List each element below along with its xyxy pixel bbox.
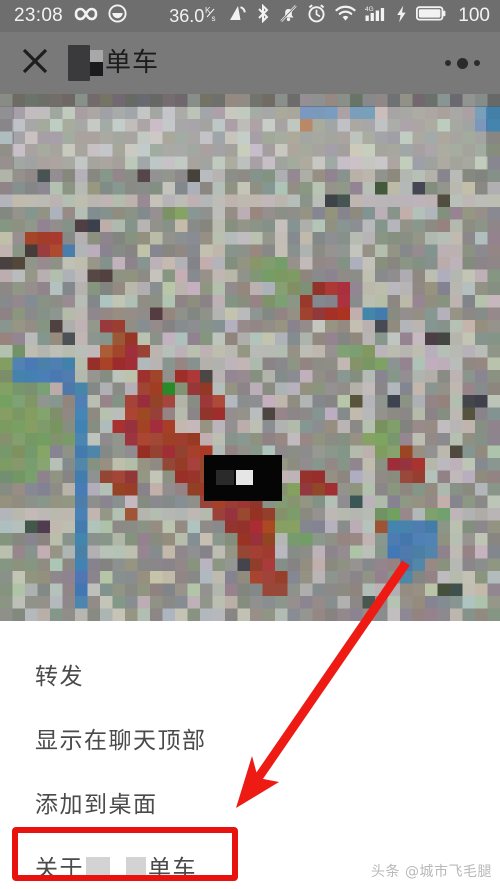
- menu-item-label: 添加到桌面: [35, 792, 158, 818]
- redacted-brand-block-3: [86, 856, 110, 876]
- header-title-group: 单车: [68, 45, 159, 81]
- more-horizontal-icon-dot-2: [457, 57, 468, 69]
- censor-box-inner-dark: [216, 470, 234, 485]
- app-header: 单车: [0, 32, 500, 94]
- svg-text:4G: 4G: [365, 6, 374, 13]
- bluetooth-icon: [256, 3, 270, 28]
- content-banner-scrim: [14, 107, 486, 169]
- censor-box-inner-highlight: [236, 470, 253, 485]
- mute-bell-icon: [279, 4, 298, 28]
- redacted-brand-block-4: [126, 856, 146, 876]
- battery-icon: [416, 5, 446, 27]
- content-top-scrim: [0, 94, 500, 107]
- menu-item-label-prefix: 关于: [35, 856, 84, 882]
- redacted-brand-block-2: [90, 50, 103, 76]
- redacted-brand-block-2-bottom: [90, 62, 103, 76]
- menu-item-forward[interactable]: 转发: [0, 643, 500, 705]
- network-speed-value: 36.0: [169, 6, 205, 26]
- alarm-clock-icon: [307, 4, 326, 28]
- cellular-4g-signal-icon: 4G: [365, 4, 387, 28]
- status-bar-clock: 23:08: [14, 5, 64, 26]
- svg-text:s: s: [212, 14, 216, 22]
- network-speed-unit: K s: [205, 5, 218, 25]
- page-title: 单车: [105, 48, 160, 78]
- status-bar: 23:08 36.0 K s 4G 100: [0, 0, 500, 32]
- more-horizontal-icon-dot-3: [474, 60, 480, 66]
- battery-percent-label: 100: [458, 5, 490, 26]
- redacted-brand-block-2-top: [90, 50, 103, 62]
- infinity-icon: [74, 6, 98, 27]
- close-x-icon: [20, 46, 50, 81]
- status-bar-left-icons: [74, 4, 127, 28]
- watermark-text: 头条 @城市飞毛腿: [371, 864, 492, 880]
- menu-item-label: 显示在聊天顶部: [35, 728, 207, 754]
- black-censor-box: [204, 455, 282, 501]
- pixelated-map-image: [0, 94, 500, 621]
- menu-item-label-suffix: 单车: [148, 856, 197, 882]
- redacted-brand-block-1: [68, 45, 90, 81]
- menu-item-show-at-top-of-chat[interactable]: 显示在聊天顶部: [0, 707, 500, 769]
- phone-screen: 23:08 36.0 K s 4G 100 单车 转发 显示在聊天顶部 添加到桌…: [0, 0, 500, 889]
- network-speed-indicator: 36.0 K s: [169, 5, 218, 27]
- location-signal-icon: [227, 4, 247, 28]
- more-horizontal-icon-dot-1: [445, 60, 451, 66]
- charging-bolt-icon: [396, 5, 407, 28]
- action-menu-sheet: 转发 显示在聊天顶部 添加到桌面 关于 单车: [0, 621, 500, 889]
- menu-item-add-to-home-screen[interactable]: 添加到桌面: [0, 771, 500, 833]
- mosaic-content-area[interactable]: [0, 94, 500, 621]
- status-bar-right-icons: 36.0 K s 4G 100: [169, 3, 490, 28]
- wifi-icon: [335, 5, 356, 27]
- close-button[interactable]: [16, 44, 54, 82]
- more-options-button[interactable]: [443, 48, 482, 79]
- menu-item-label: 转发: [35, 664, 84, 690]
- smiley-face-icon: [108, 4, 127, 28]
